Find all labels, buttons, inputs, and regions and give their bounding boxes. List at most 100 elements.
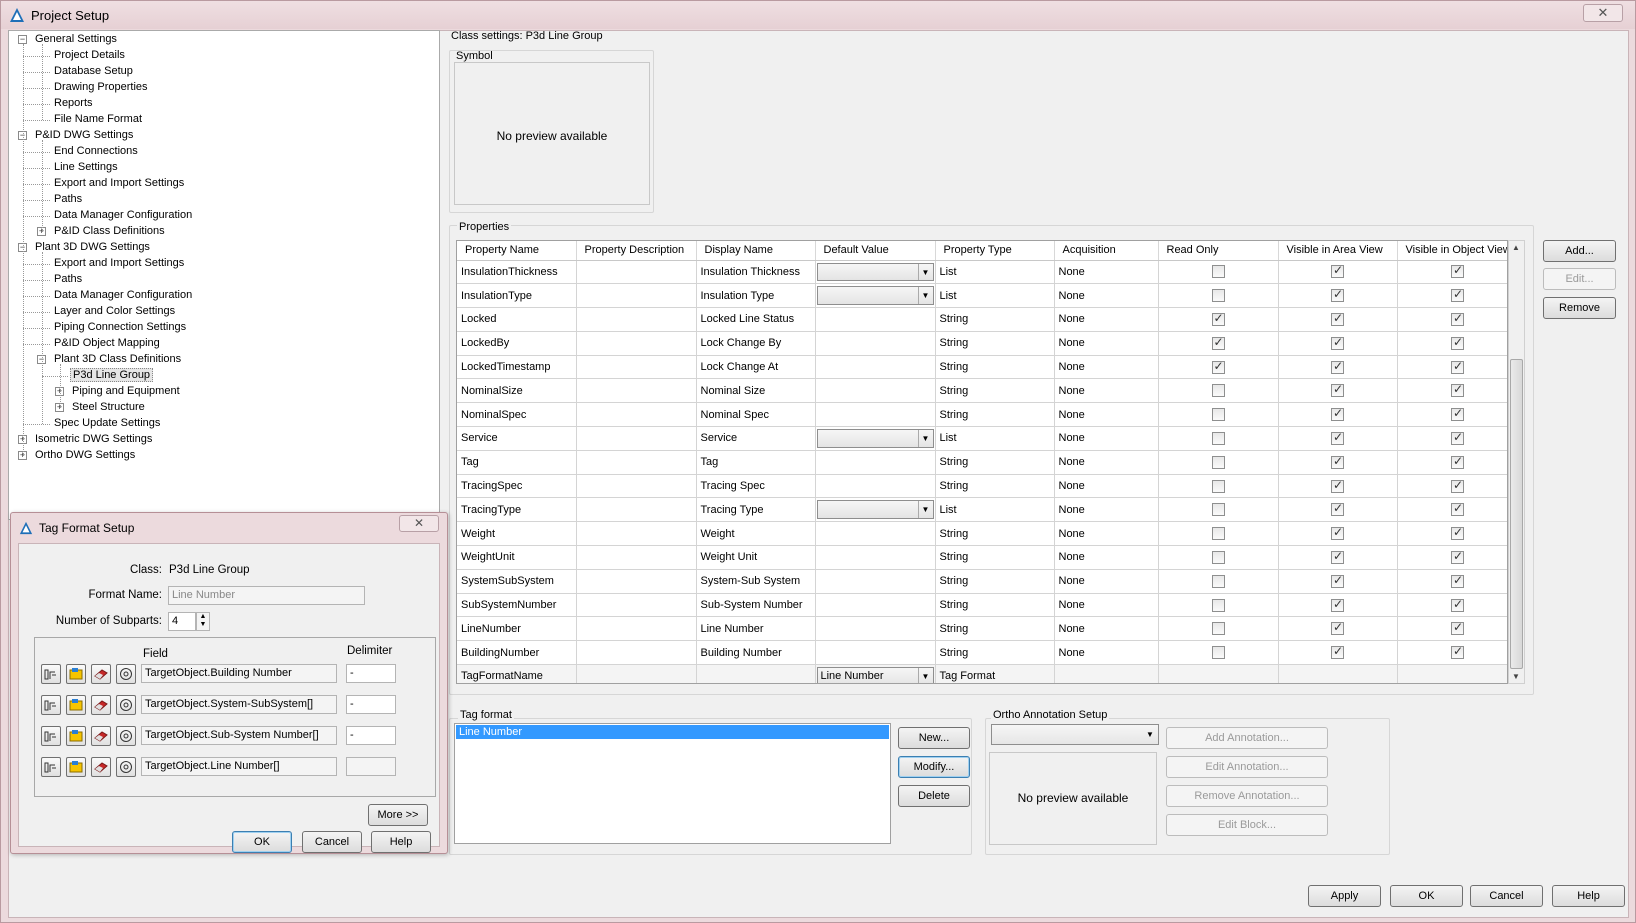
tag-format-list[interactable]: Line Number	[454, 723, 891, 844]
property-type-cell[interactable]: String	[935, 331, 1055, 356]
checkbox-checked[interactable]	[1451, 430, 1464, 445]
default-value-dropdown[interactable]: ▼	[816, 286, 934, 306]
tree-node[interactable]: Plant 3D DWG Settings	[33, 240, 152, 255]
tree-node[interactable]: Spec Update Settings	[52, 416, 162, 431]
column-header[interactable]: Visible in Area View	[1278, 241, 1398, 261]
table-row[interactable]: Service Service ▼ List None	[457, 426, 1507, 451]
property-name-cell[interactable]: SystemSubSystem	[457, 569, 577, 594]
subpart-delimiter[interactable]: -	[346, 695, 396, 714]
display-name-cell[interactable]: System-Sub System	[696, 569, 816, 594]
checkbox-checked[interactable]	[1211, 311, 1225, 326]
property-type-cell[interactable]: List	[935, 426, 1055, 451]
property-name-cell[interactable]: TracingSpec	[457, 474, 577, 499]
table-row[interactable]: TracingType Tracing Type ▼ List None	[457, 497, 1507, 523]
default-value-cell[interactable]	[815, 545, 936, 570]
more-button[interactable]: More >>	[368, 804, 428, 826]
property-name-cell[interactable]: NominalSize	[457, 378, 577, 404]
eraser-icon[interactable]	[91, 726, 111, 746]
checkbox-checked[interactable]	[1331, 382, 1344, 398]
default-value-dropdown[interactable]: ▼	[816, 500, 934, 520]
column-header[interactable]: Visible in Object View	[1397, 241, 1507, 261]
checkbox-unchecked[interactable]	[1211, 408, 1225, 422]
table-row[interactable]: NominalSize Nominal Size String None	[457, 378, 1507, 404]
property-type-cell[interactable]: String	[935, 640, 1055, 666]
default-value-cell[interactable]	[815, 616, 936, 642]
property-name-cell[interactable]: TracingType	[457, 497, 577, 523]
tree-node[interactable]: P3d Line Group	[70, 368, 154, 383]
checkbox-unchecked[interactable]	[1211, 646, 1225, 660]
column-header[interactable]: Property Description	[576, 241, 697, 261]
checkbox-checked[interactable]	[1451, 382, 1464, 398]
property-description-cell[interactable]	[576, 640, 697, 666]
tree-node[interactable]: Isometric DWG Settings	[33, 432, 154, 447]
property-description-cell[interactable]	[576, 450, 697, 475]
checkbox-checked[interactable]	[1451, 644, 1464, 660]
remove-property-button[interactable]: Remove	[1543, 297, 1616, 319]
property-type-cell[interactable]: String	[935, 569, 1055, 594]
table-row[interactable]: Tag Tag String None	[457, 450, 1507, 475]
checkbox-checked[interactable]	[1331, 311, 1344, 326]
tree-node[interactable]: End Connections	[52, 144, 140, 159]
chevron-down-icon[interactable]: ▼	[917, 501, 933, 519]
table-row[interactable]: Locked Locked Line Status String None	[457, 307, 1507, 332]
dialog-close-button[interactable]: ✕	[399, 515, 439, 532]
tree-node[interactable]: General Settings	[33, 32, 119, 47]
property-name-cell[interactable]: Locked	[457, 307, 577, 332]
folder-icon[interactable]	[66, 726, 86, 746]
scroll-thumb[interactable]	[1510, 359, 1523, 669]
checkbox-checked[interactable]	[1451, 406, 1464, 422]
remove-annotation-button[interactable]: Remove Annotation...	[1166, 785, 1328, 807]
property-type-cell[interactable]: Tag Format	[935, 664, 1055, 683]
subpart-field[interactable]: TargetObject.Sub-System Number[]	[141, 726, 337, 745]
add-property-button[interactable]: Add...	[1543, 240, 1616, 262]
tree-node[interactable]: Piping and Equipment	[70, 384, 182, 399]
default-value-cell[interactable]	[815, 378, 936, 404]
select-property-icon[interactable]	[41, 757, 61, 777]
subpart-field[interactable]: TargetObject.Line Number[]	[141, 757, 337, 776]
display-name-cell[interactable]: Insulation Thickness	[696, 260, 816, 285]
checkbox-unchecked[interactable]	[1211, 455, 1225, 469]
display-name-cell[interactable]: Nominal Spec	[696, 402, 816, 428]
acquisition-cell[interactable]: None	[1054, 450, 1159, 475]
table-row[interactable]: TagFormatName Line Number ▼ Tag Format	[457, 664, 1507, 683]
checkbox-unchecked[interactable]	[1211, 574, 1225, 588]
subparts-spinner[interactable]: ▲ ▼	[196, 612, 210, 631]
new-tag-format-button[interactable]: New...	[898, 727, 970, 749]
property-description-cell[interactable]	[576, 593, 697, 618]
display-name-cell[interactable]: Locked Line Status	[696, 307, 816, 332]
table-row[interactable]: Weight Weight String None	[457, 521, 1507, 547]
acquisition-cell[interactable]: None	[1054, 260, 1159, 285]
default-value-cell[interactable]: ▼	[815, 260, 936, 285]
checkbox-unchecked[interactable]	[1211, 550, 1225, 564]
property-name-cell[interactable]: LockedBy	[457, 331, 577, 356]
property-description-cell[interactable]	[576, 521, 697, 547]
table-row[interactable]: LockedTimestamp Lock Change At String None	[457, 355, 1507, 380]
checkbox-unchecked[interactable]	[1211, 265, 1225, 279]
property-type-cell[interactable]: String	[935, 616, 1055, 642]
property-description-cell[interactable]	[576, 474, 697, 499]
property-name-cell[interactable]: Service	[457, 426, 577, 451]
table-row[interactable]: SystemSubSystem System-Sub System String No…	[457, 569, 1507, 594]
property-name-cell[interactable]: WeightUnit	[457, 545, 577, 570]
default-value-cell[interactable]	[815, 593, 936, 618]
tree-node[interactable]: Reports	[52, 96, 95, 111]
acquisition-cell[interactable]: None	[1054, 593, 1159, 618]
acquisition-cell[interactable]: None	[1054, 307, 1159, 332]
acquisition-cell[interactable]: None	[1054, 545, 1159, 570]
table-row[interactable]: LockedBy Lock Change By String None	[457, 331, 1507, 356]
property-type-cell[interactable]: String	[935, 378, 1055, 404]
table-row[interactable]: BuildingNumber Building Number String None	[457, 640, 1507, 666]
checkbox-unchecked[interactable]	[1211, 479, 1225, 493]
folder-icon[interactable]	[66, 695, 86, 715]
table-row[interactable]: InsulationType Insulation Type ▼ List None	[457, 283, 1507, 309]
acquisition-cell[interactable]: None	[1054, 569, 1159, 594]
table-row[interactable]: LineNumber Line Number String None	[457, 616, 1507, 642]
edit-annotation-button[interactable]: Edit Annotation...	[1166, 756, 1328, 778]
acquisition-cell[interactable]: None	[1054, 497, 1159, 523]
checkbox-checked[interactable]	[1451, 287, 1464, 303]
property-type-cell[interactable]: String	[935, 450, 1055, 475]
property-name-cell[interactable]: NominalSpec	[457, 402, 577, 428]
default-value-cell[interactable]	[815, 331, 936, 356]
edit-block-button[interactable]: Edit Block...	[1166, 814, 1328, 836]
checkbox-checked[interactable]	[1451, 573, 1464, 588]
